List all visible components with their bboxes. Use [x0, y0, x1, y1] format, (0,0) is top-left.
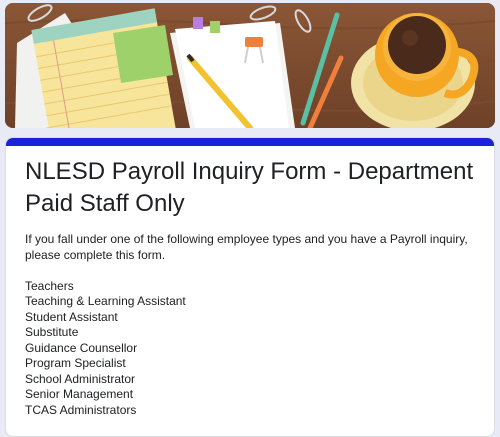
card-accent-bar: [6, 138, 494, 146]
employee-type-item: Teachers: [25, 278, 74, 293]
employee-type-item: School Administrator: [25, 371, 136, 386]
form-title: NLESD Payroll Inquiry Form - Department …: [25, 158, 474, 217]
employee-types-list: Teachers Teaching & Learning Assistant S…: [25, 279, 485, 419]
header-banner-image: [5, 3, 495, 128]
employee-type-item: Senior Management: [25, 387, 134, 401]
employee-type-item: Substitute: [25, 325, 79, 339]
form-page: NLESD Payroll Inquiry Form - Department …: [0, 0, 500, 437]
employee-type-item: Teaching & Learning Assistant: [25, 294, 186, 308]
form-description: If you fall under one of the following e…: [25, 232, 485, 418]
form-header-card: NLESD Payroll Inquiry Form - Department …: [5, 137, 495, 437]
employee-type-item: Guidance Counsellor: [25, 340, 138, 355]
employee-type-item: Student Assistant: [25, 309, 118, 324]
desk-illustration: [5, 3, 495, 128]
form-intro: If you fall under one of the following e…: [25, 232, 468, 262]
employee-type-item: Program Specialist: [25, 356, 126, 370]
employee-type-item: TCAS Administrators: [25, 402, 137, 417]
